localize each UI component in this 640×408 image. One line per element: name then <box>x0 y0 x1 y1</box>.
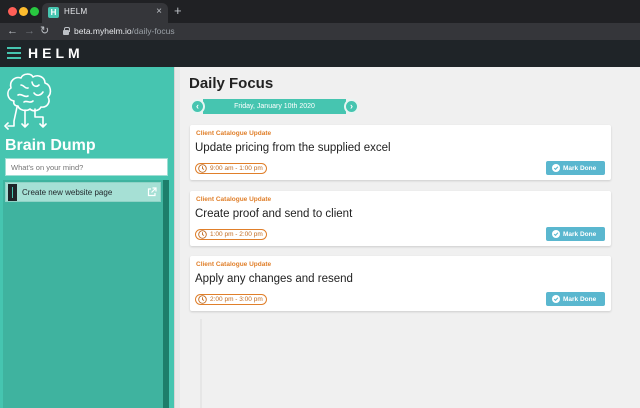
task-project[interactable]: Client Catalogue Update <box>196 261 271 268</box>
mark-done-button[interactable]: Mark Done <box>546 161 605 175</box>
app-header: HELM <box>0 40 640 67</box>
url-host: beta.myhelm.io <box>74 26 132 36</box>
mark-done-label: Mark Done <box>563 164 597 172</box>
current-date-label[interactable]: Friday, January 10th 2020 <box>203 99 346 114</box>
date-navigator: Friday, January 10th 2020 ‹ › <box>190 99 359 114</box>
app-logo: HELM <box>28 45 84 61</box>
clock-icon <box>198 230 207 239</box>
new-tab-button[interactable]: + <box>174 4 182 18</box>
reload-icon[interactable]: ↻ <box>40 24 49 38</box>
tab-close-icon[interactable]: × <box>156 6 162 18</box>
time-badge: 1:00 pm - 2:00 pm <box>195 229 267 240</box>
tab-title: HELM <box>64 7 88 16</box>
mark-done-button[interactable]: Mark Done <box>546 292 605 306</box>
task-title: Update pricing from the supplied excel <box>195 142 391 154</box>
address-bar: ← → ↻ beta.myhelm.io/daily-focus <box>0 23 640 40</box>
time-badge: 9:00 am - 1:00 pm <box>195 163 267 174</box>
minimize-window-button[interactable] <box>19 7 28 16</box>
task-card[interactable]: Client Catalogue Update Apply any change… <box>190 256 611 311</box>
mark-done-button[interactable]: Mark Done <box>546 227 605 241</box>
close-window-button[interactable] <box>8 7 17 16</box>
list-item[interactable]: Create new website page <box>5 182 161 202</box>
task-time: 9:00 am - 1:00 pm <box>210 165 263 172</box>
mark-done-label: Mark Done <box>563 230 597 238</box>
url-path: /daily-focus <box>131 26 175 36</box>
task-title: Apply any changes and resend <box>195 273 353 285</box>
task-project[interactable]: Client Catalogue Update <box>196 196 271 203</box>
chevron-right-icon[interactable]: › <box>344 99 359 114</box>
timeline-divider <box>200 319 202 408</box>
brain-dump-list: Create new website page <box>3 180 169 408</box>
url-field[interactable]: beta.myhelm.io/daily-focus <box>74 26 175 36</box>
clock-icon <box>198 295 207 304</box>
forward-arrow-icon[interactable]: → <box>24 24 35 38</box>
task-time: 1:00 pm - 2:00 pm <box>210 231 263 238</box>
clock-icon <box>198 164 207 173</box>
drag-handle-icon[interactable] <box>8 184 17 201</box>
brain-dump-input[interactable] <box>5 158 168 176</box>
back-arrow-icon[interactable]: ← <box>7 24 18 38</box>
browser-tab-bar: H HELM × + <box>0 0 640 23</box>
brain-dump-sidebar: Brain Dump Create new website page <box>0 67 174 408</box>
check-circle-icon <box>552 295 560 303</box>
page-title: Daily Focus <box>189 75 274 92</box>
check-circle-icon <box>552 164 560 172</box>
mark-done-label: Mark Done <box>563 295 597 303</box>
lock-icon <box>63 27 70 35</box>
task-project[interactable]: Client Catalogue Update <box>196 130 271 137</box>
task-card[interactable]: Client Catalogue Update Update pricing f… <box>190 125 611 180</box>
helm-favicon-icon: H <box>48 7 59 18</box>
list-item-label: Create new website page <box>22 188 113 197</box>
scrollbar[interactable] <box>163 180 169 408</box>
task-card[interactable]: Client Catalogue Update Create proof and… <box>190 191 611 246</box>
task-time: 2:00 pm - 3:00 pm <box>210 296 263 303</box>
daily-focus-main: Daily Focus Friday, January 10th 2020 ‹ … <box>180 67 640 408</box>
time-badge: 2:00 pm - 3:00 pm <box>195 294 267 305</box>
brain-icon <box>4 73 52 130</box>
task-title: Create proof and send to client <box>195 208 353 220</box>
external-link-icon[interactable] <box>147 187 157 197</box>
browser-tab[interactable]: H HELM × <box>42 3 168 23</box>
check-circle-icon <box>552 230 560 238</box>
maximize-window-button[interactable] <box>30 7 39 16</box>
hamburger-menu-icon[interactable] <box>7 46 21 60</box>
chevron-left-icon[interactable]: ‹ <box>190 99 205 114</box>
brain-dump-title: Brain Dump <box>5 137 96 154</box>
